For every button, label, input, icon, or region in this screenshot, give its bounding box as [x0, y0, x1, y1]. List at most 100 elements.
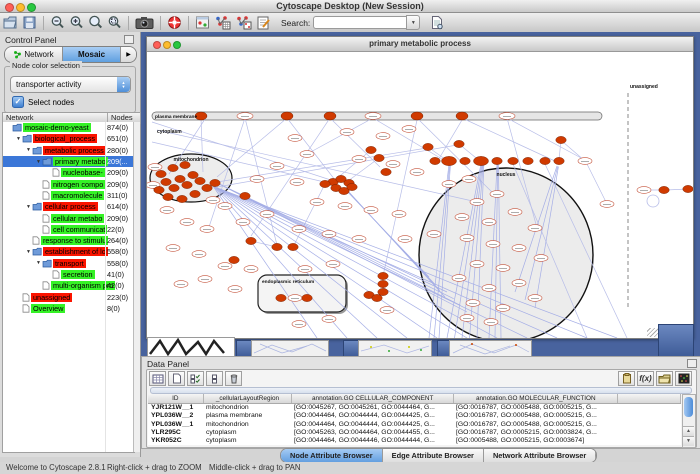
network-node[interactable] — [490, 191, 504, 198]
network-node[interactable] — [175, 175, 185, 182]
column-header-annotation.GO MOLECULAR_FUNCTION[interactable]: annotation.GO MOLECULAR_FUNCTION — [454, 394, 618, 403]
network-node[interactable] — [637, 187, 651, 194]
network-node[interactable] — [528, 295, 542, 302]
zoom-in-icon[interactable] — [69, 14, 84, 31]
network-window-titlebar[interactable]: primary metabolic process — [147, 37, 693, 52]
column-header-spacer[interactable] — [618, 394, 681, 403]
network-canvas[interactable]: plasma membranecytoplasmmitochondrionnuc… — [147, 52, 693, 338]
float-panel-icon[interactable] — [124, 35, 134, 44]
network-node[interactable] — [236, 219, 250, 226]
tree-expand-icon[interactable]: ▼ — [35, 159, 42, 165]
table-row[interactable]: YLR295Ccytoplasm[GO:0045263, GO:0044464,… — [148, 429, 681, 437]
cytopanel-icon[interactable] — [195, 14, 210, 31]
column-header-ID[interactable]: ID — [148, 394, 204, 403]
network-node[interactable] — [195, 177, 205, 184]
network-node[interactable] — [482, 219, 496, 226]
table-row[interactable]: YPL036W__2plasma membrane[GO:0044464, GO… — [148, 412, 681, 420]
filter-icon[interactable] — [235, 14, 252, 31]
vizmapper-icon[interactable] — [214, 14, 231, 31]
network-node[interactable] — [169, 184, 179, 191]
network-node[interactable] — [474, 156, 489, 165]
network-node[interactable] — [381, 168, 391, 175]
network-node[interactable] — [177, 195, 187, 202]
snapshot-icon[interactable] — [135, 14, 154, 31]
network-node[interactable] — [365, 113, 381, 120]
search-dropdown-icon[interactable]: ▼ — [406, 15, 420, 30]
tree-scrollbar[interactable] — [133, 122, 140, 452]
scroll-down-icon[interactable]: ▼ — [683, 436, 694, 446]
tree-item-establishment-of-lo[interactable]: ▼establishment of lo558(0) — [3, 246, 134, 257]
network-node[interactable] — [288, 243, 298, 250]
network-node[interactable] — [486, 241, 500, 248]
minimized-window-titlebar[interactable] — [658, 324, 694, 356]
network-node[interactable] — [270, 163, 284, 170]
network-node[interactable] — [210, 179, 220, 186]
network-node[interactable] — [182, 181, 192, 188]
network-node[interactable] — [218, 263, 232, 270]
network-node[interactable] — [246, 237, 256, 244]
column-header-_cellularLayoutRegion[interactable]: _cellularLayoutRegion — [204, 394, 293, 403]
table-row[interactable]: YPL036W__1mitochondrion[GO:0044464, GO:0… — [148, 421, 681, 429]
tree-item-cellular-process[interactable]: ▼cellular process614(0) — [3, 201, 134, 212]
network-node[interactable] — [470, 199, 484, 206]
import-attributes-icon[interactable] — [618, 371, 635, 386]
minimized-window-thumbnail[interactable] — [358, 340, 432, 356]
network-node[interactable] — [460, 315, 474, 322]
network-node[interactable] — [452, 275, 466, 282]
network-node[interactable] — [496, 265, 510, 272]
scroll-up-icon[interactable]: ▲ — [683, 426, 694, 436]
network-node[interactable] — [512, 280, 526, 287]
network-node[interactable] — [156, 170, 166, 177]
zoom-out-icon[interactable] — [50, 14, 65, 31]
network-node[interactable] — [290, 179, 304, 186]
tree-expand-icon[interactable]: ▼ — [25, 249, 32, 255]
annotation-edit-icon[interactable] — [256, 14, 271, 31]
tab-node-attribute-browser[interactable]: Node Attribute Browser — [281, 449, 383, 462]
network-node[interactable] — [484, 319, 498, 326]
tree-expand-icon[interactable]: ▼ — [35, 260, 42, 266]
window-titlebar[interactable]: Cytoscape Desktop (New Session) — [0, 0, 700, 13]
network-node[interactable] — [250, 176, 264, 183]
network-node[interactable] — [218, 203, 232, 210]
tab-mosaic[interactable]: Mosaic — [63, 47, 121, 62]
minimized-window-thumbnail[interactable] — [449, 340, 532, 356]
network-node[interactable] — [324, 112, 336, 120]
tree-item-biological-process[interactable]: ▼biological_process651(0) — [3, 133, 134, 144]
network-node[interactable] — [288, 295, 302, 302]
network-node[interactable] — [554, 157, 564, 164]
network-node[interactable] — [398, 236, 412, 243]
network-node[interactable] — [200, 226, 214, 233]
network-node[interactable] — [260, 211, 274, 218]
search-options-icon[interactable] — [430, 14, 444, 31]
network-node[interactable] — [326, 261, 340, 268]
network-node[interactable] — [288, 135, 302, 142]
tree-item-primary-metabo[interactable]: ▼primary metabo209(... — [3, 156, 134, 167]
network-node[interactable] — [454, 140, 464, 147]
network-node[interactable] — [482, 285, 496, 292]
network-node[interactable] — [423, 143, 433, 150]
network-node[interactable] — [240, 192, 250, 199]
network-node[interactable] — [466, 300, 480, 307]
network-node[interactable] — [411, 112, 423, 120]
table-row[interactable]: YKR052Ccytoplasm[GO:0044464, GO:0044446,… — [148, 437, 681, 445]
network-node[interactable] — [378, 272, 388, 279]
select-nodes-checkbox[interactable]: ✓ — [12, 96, 24, 108]
node-color-dropdown[interactable]: transporter activity ▲▼ — [10, 76, 131, 93]
network-node[interactable] — [460, 157, 470, 164]
column-header-annotation.GO CELLULAR_COMPONENT[interactable]: annotation.GO CELLULAR_COMPONENT — [292, 394, 454, 403]
help-icon[interactable] — [167, 14, 182, 31]
network-node[interactable] — [378, 280, 388, 287]
network-node[interactable] — [659, 186, 669, 193]
zoom-fit-icon[interactable] — [88, 14, 103, 31]
table-scrollbar-thumb[interactable] — [684, 397, 693, 417]
tab-overflow-button[interactable]: ▶ — [121, 47, 136, 62]
network-node[interactable] — [376, 133, 390, 140]
network-node[interactable] — [272, 243, 282, 250]
network-node[interactable] — [496, 305, 510, 312]
network-node[interactable] — [512, 245, 526, 252]
network-node[interactable] — [340, 129, 354, 136]
tree-item-cell-communicat[interactable]: cell communicat22(0) — [3, 224, 134, 235]
network-node[interactable] — [578, 158, 592, 165]
new-attribute-icon[interactable] — [168, 371, 185, 386]
network-node[interactable] — [508, 157, 518, 164]
